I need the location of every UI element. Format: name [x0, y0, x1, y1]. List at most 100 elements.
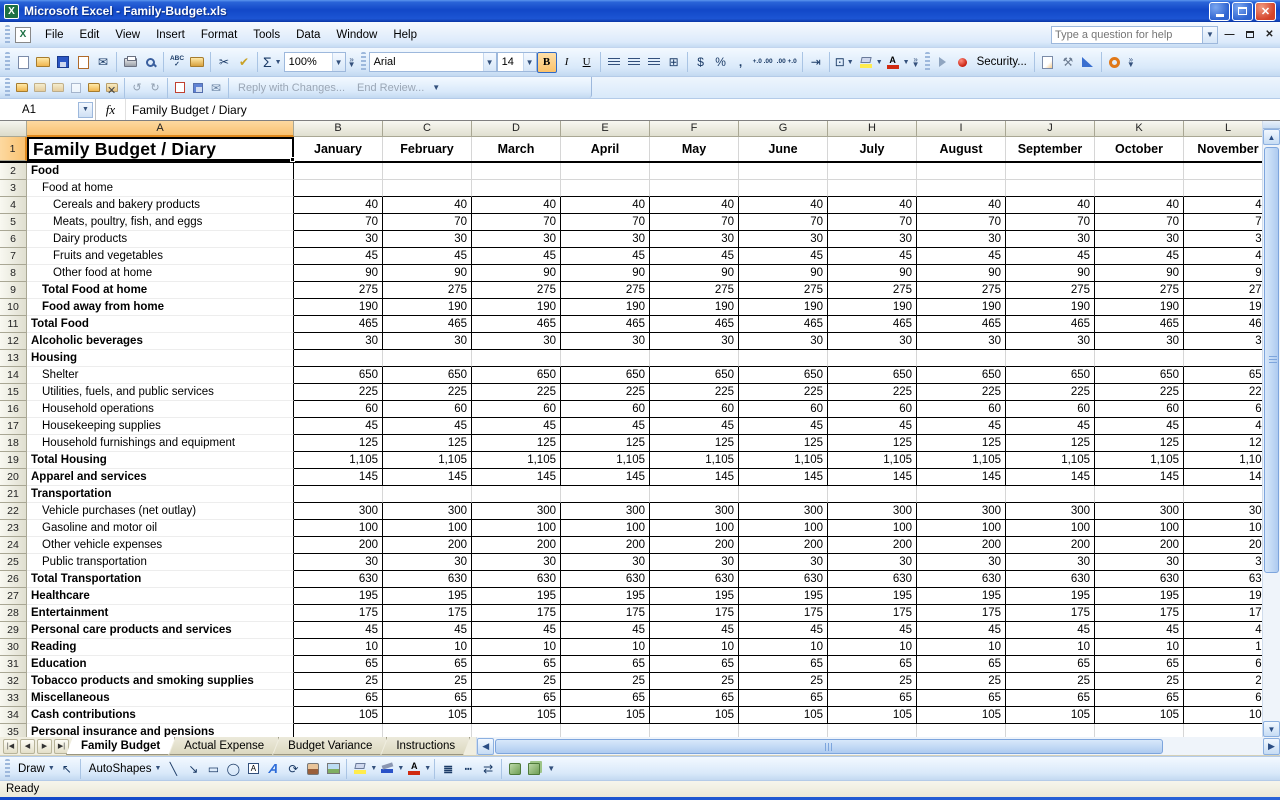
cell-B23[interactable]: 100: [294, 520, 383, 537]
workbook-icon[interactable]: X: [15, 26, 31, 43]
cell-I1[interactable]: August: [917, 137, 1006, 161]
cell-J4[interactable]: 40: [1006, 197, 1095, 214]
cell-C25[interactable]: 30: [383, 554, 472, 571]
cell-B15[interactable]: 225: [294, 384, 383, 401]
cell-B24[interactable]: 200: [294, 537, 383, 554]
cell-B21[interactable]: [294, 486, 383, 503]
underline-button[interactable]: U: [577, 52, 597, 73]
cell-F25[interactable]: 30: [650, 554, 739, 571]
cell-E33[interactable]: 65: [561, 690, 650, 707]
cell-L16[interactable]: 60: [1184, 401, 1262, 418]
cell-L8[interactable]: 90: [1184, 265, 1262, 282]
cell-A5[interactable]: Meats, poultry, fish, and eggs: [27, 214, 294, 231]
cell-G22[interactable]: 300: [739, 503, 828, 520]
cell-D3[interactable]: [472, 180, 561, 197]
toolbar-options-chevron[interactable]: » ▼: [346, 51, 358, 73]
cell-L26[interactable]: 630: [1184, 571, 1262, 588]
cell-F9[interactable]: 275: [650, 282, 739, 299]
cell-K6[interactable]: 30: [1095, 231, 1184, 248]
cell-A35[interactable]: Personal insurance and pensions: [27, 724, 294, 737]
cell-I13[interactable]: [917, 350, 1006, 367]
arrow-style-icon[interactable]: ⇄: [478, 758, 498, 779]
cell-I10[interactable]: 190: [917, 299, 1006, 316]
cell-K9[interactable]: 275: [1095, 282, 1184, 299]
cell-H4[interactable]: 40: [828, 197, 917, 214]
row-header-30[interactable]: 30: [0, 639, 27, 656]
cell-A13[interactable]: Housing: [27, 350, 294, 367]
cell-J3[interactable]: [1006, 180, 1095, 197]
merge-center-icon[interactable]: ⊞: [664, 52, 684, 73]
row-header-26[interactable]: 26: [0, 571, 27, 588]
cell-G12[interactable]: 30: [739, 333, 828, 350]
cell-H11[interactable]: 465: [828, 316, 917, 333]
cell-K30[interactable]: 10: [1095, 639, 1184, 656]
cell-K4[interactable]: 40: [1095, 197, 1184, 214]
cell-F13[interactable]: [650, 350, 739, 367]
row-header-17[interactable]: 17: [0, 418, 27, 435]
cell-J28[interactable]: 175: [1006, 605, 1095, 622]
reviewing-options-chevron[interactable]: ▼: [430, 77, 442, 99]
cell-E12[interactable]: 30: [561, 333, 650, 350]
cell-J33[interactable]: 65: [1006, 690, 1095, 707]
cell-A1-selected[interactable]: Family Budget / Diary: [27, 137, 295, 162]
cell-F7[interactable]: 45: [650, 248, 739, 265]
column-header-E[interactable]: E: [561, 121, 650, 137]
cell-F20[interactable]: 145: [650, 469, 739, 486]
shape-font-color-icon[interactable]: A: [404, 758, 424, 779]
cell-A25[interactable]: Public transportation: [27, 554, 294, 571]
row-header-6[interactable]: 6: [0, 231, 27, 248]
cell-B33[interactable]: 65: [294, 690, 383, 707]
cell-B31[interactable]: 65: [294, 656, 383, 673]
cell-G34[interactable]: 105: [739, 707, 828, 724]
cell-G8[interactable]: 90: [739, 265, 828, 282]
cell-A26[interactable]: Total Transportation: [27, 571, 294, 588]
cell-F16[interactable]: 60: [650, 401, 739, 418]
cell-K13[interactable]: [1095, 350, 1184, 367]
cell-F5[interactable]: 70: [650, 214, 739, 231]
cell-C24[interactable]: 200: [383, 537, 472, 554]
cell-K14[interactable]: 650: [1095, 367, 1184, 384]
formula-input[interactable]: Family Budget / Diary: [126, 99, 1280, 120]
column-header-F[interactable]: F: [650, 121, 739, 137]
cell-J25[interactable]: 30: [1006, 554, 1095, 571]
reply-with-changes-button[interactable]: Reply with Changes...: [232, 82, 351, 94]
cell-D10[interactable]: 190: [472, 299, 561, 316]
row-header-9[interactable]: 9: [0, 282, 27, 299]
cell-B3[interactable]: [294, 180, 383, 197]
cell-G6[interactable]: 30: [739, 231, 828, 248]
cell-H14[interactable]: 650: [828, 367, 917, 384]
cell-F28[interactable]: 175: [650, 605, 739, 622]
cell-E4[interactable]: 40: [561, 197, 650, 214]
cell-G29[interactable]: 45: [739, 622, 828, 639]
open-icon[interactable]: [33, 52, 53, 73]
cell-D24[interactable]: 200: [472, 537, 561, 554]
cell-K31[interactable]: 65: [1095, 656, 1184, 673]
cell-D23[interactable]: 100: [472, 520, 561, 537]
cell-G11[interactable]: 465: [739, 316, 828, 333]
cell-I4[interactable]: 40: [917, 197, 1006, 214]
cell-J31[interactable]: 65: [1006, 656, 1095, 673]
cell-B35[interactable]: [294, 724, 383, 737]
cell-K16[interactable]: 60: [1095, 401, 1184, 418]
cell-D22[interactable]: 300: [472, 503, 561, 520]
row-header-14[interactable]: 14: [0, 367, 27, 384]
cell-L13[interactable]: [1184, 350, 1262, 367]
cell-J2[interactable]: [1006, 163, 1095, 180]
cell-C14[interactable]: 650: [383, 367, 472, 384]
cell-H22[interactable]: 300: [828, 503, 917, 520]
cell-A32[interactable]: Tobacco products and smoking supplies: [27, 673, 294, 690]
cell-B26[interactable]: 630: [294, 571, 383, 588]
cell-K24[interactable]: 200: [1095, 537, 1184, 554]
align-right-icon[interactable]: [644, 52, 664, 73]
cell-E19[interactable]: 1,105: [561, 452, 650, 469]
fill-handle[interactable]: [290, 157, 295, 162]
cell-L12[interactable]: 30: [1184, 333, 1262, 350]
restore-button[interactable]: [1232, 1, 1253, 21]
cell-B11[interactable]: 465: [294, 316, 383, 333]
cell-H21[interactable]: [828, 486, 917, 503]
save-icon[interactable]: [53, 52, 73, 73]
draw-menu-button[interactable]: Draw ▼: [13, 758, 57, 779]
cell-B6[interactable]: 30: [294, 231, 383, 248]
cell-D14[interactable]: 650: [472, 367, 561, 384]
version-icon[interactable]: [67, 79, 85, 96]
